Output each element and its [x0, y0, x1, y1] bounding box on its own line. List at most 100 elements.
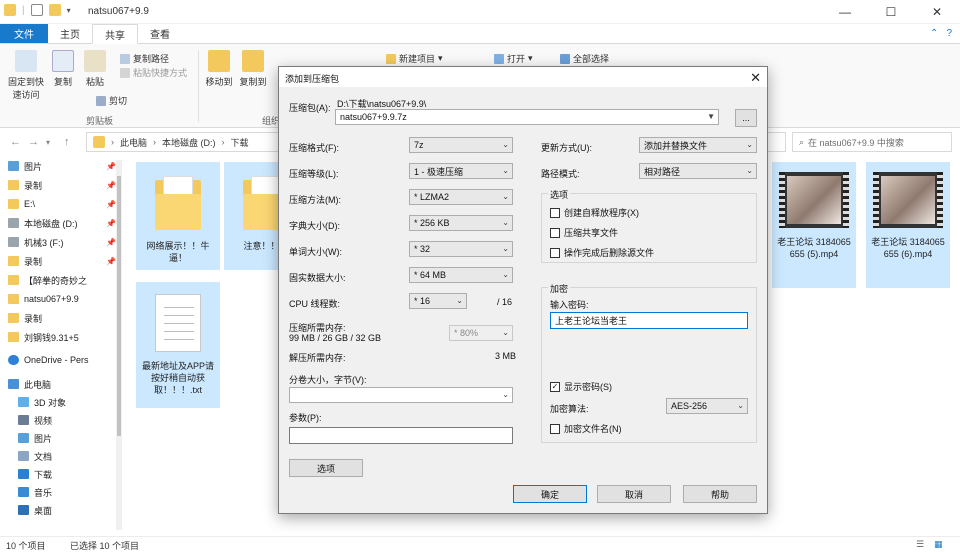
params-input[interactable] — [289, 427, 513, 444]
chevron-down-icon[interactable]: ▾ — [67, 6, 71, 15]
dict-select[interactable]: * 256 KB ⌄ — [409, 215, 513, 231]
copy-label: 复制 — [53, 77, 72, 87]
help-button[interactable]: 帮助 — [683, 485, 757, 503]
cpu-select[interactable]: * 16 ⌄ — [409, 293, 467, 309]
pin-quick-access-button[interactable]: 固定到快速访问 — [4, 50, 48, 101]
split-size-combo[interactable]: ⌄ — [289, 387, 513, 403]
nav-item-recording[interactable]: 录制 📌 — [8, 177, 120, 193]
cut-button[interactable]: 剪切 — [96, 94, 127, 107]
checkbox-box[interactable] — [550, 247, 560, 258]
drive-icon — [8, 237, 19, 247]
close-icon[interactable]: ✕ — [750, 70, 761, 86]
details-view-icon[interactable]: ☰ — [916, 539, 924, 550]
list-item[interactable]: 老王论坛 3184065655 (5).mp4 — [772, 162, 856, 288]
group-separator — [198, 50, 199, 122]
chevron-up-icon[interactable]: ⌃ — [930, 28, 938, 39]
solid-value: * 64 MB — [414, 270, 447, 280]
breadcrumb-drive-d[interactable]: 本地磁盘 (D:) — [162, 136, 216, 149]
nav-item-documents[interactable]: 文档 — [18, 448, 130, 464]
up-icon[interactable]: ↑ — [64, 136, 70, 148]
copy-to-button[interactable]: 复制到 — [238, 50, 268, 88]
browse-button[interactable]: ... — [735, 109, 757, 127]
nav-scrollbar[interactable] — [116, 160, 122, 530]
method-select[interactable]: * LZMA2 ⌄ — [409, 189, 513, 205]
checkbox-box[interactable] — [550, 227, 560, 238]
maximize-button[interactable]: ☐ — [868, 0, 914, 24]
method-value: * LZMA2 — [414, 192, 450, 202]
cancel-button[interactable]: 取消 — [597, 485, 671, 503]
new-item-button[interactable]: 新建项目 ▾ — [386, 52, 443, 65]
options-button[interactable]: 选项 — [289, 459, 363, 477]
checkbox-box[interactable] — [550, 207, 560, 218]
minimize-button[interactable]: — — [822, 0, 868, 24]
forward-icon[interactable]: → — [28, 136, 39, 148]
list-item[interactable]: 网络展示！！牛逼！ — [136, 162, 220, 270]
nav-item-pictures-2[interactable]: 图片 — [18, 430, 130, 446]
nav-item-3d-objects[interactable]: 3D 对象 — [18, 394, 130, 410]
enc-method-select[interactable]: AES-256 ⌄ — [666, 398, 748, 414]
help-icon[interactable]: ? — [946, 28, 952, 39]
word-select[interactable]: * 32 ⌄ — [409, 241, 513, 257]
path-mode-select[interactable]: 相对路径 ⌄ — [639, 163, 757, 179]
encrypt-names-label: 加密文件名(N) — [564, 424, 622, 434]
list-item[interactable]: 老王论坛 3184065655 (6).mp4 — [866, 162, 950, 288]
copy-path-button[interactable]: 复制路径 — [120, 52, 169, 65]
sfx-checkbox[interactable]: 创建自释放程序(X) — [550, 206, 639, 219]
shared-files-checkbox[interactable]: 压缩共享文件 — [550, 226, 618, 239]
nav-item-recording-2[interactable]: 录制 📌 — [8, 253, 120, 269]
nav-item-recording-3[interactable]: 录制 — [8, 310, 120, 326]
format-select[interactable]: 7z ⌄ — [409, 137, 513, 153]
close-button[interactable]: ✕ — [914, 0, 960, 24]
nav-item-this-pc[interactable]: 此电脑 — [8, 376, 120, 392]
folder-icon — [8, 313, 19, 323]
paste-shortcut-button[interactable]: 粘贴快捷方式 — [120, 66, 187, 79]
password-input[interactable]: 上老王论坛当老王 — [550, 312, 748, 329]
nav-label: 本地磁盘 (D:) — [24, 218, 78, 229]
open-button[interactable]: 打开 ▾ — [494, 52, 533, 65]
list-item[interactable]: 最新地址及APP请按好稍自动获取！！！.txt — [136, 282, 220, 408]
tab-share[interactable]: 共享 — [92, 24, 138, 44]
nav-item-pictures[interactable]: 图片 📌 — [8, 158, 120, 174]
large-icons-view-icon[interactable]: ▦ — [934, 539, 943, 550]
checkbox-box[interactable] — [550, 423, 560, 434]
new-folder-icon[interactable] — [48, 4, 61, 16]
properties-icon[interactable] — [30, 4, 43, 16]
nav-item-desktop[interactable]: 桌面 — [18, 502, 130, 518]
tab-view[interactable]: 查看 — [138, 24, 182, 43]
ok-button[interactable]: 确定 — [513, 485, 587, 503]
scrollbar-thumb[interactable] — [117, 176, 121, 436]
nav-item-folder-2[interactable]: 刘钢钱9.31+5 — [8, 329, 120, 345]
nav-item-onedrive[interactable]: OneDrive - Pers — [8, 352, 120, 368]
nav-item-folder[interactable]: 【醉拳的奇妙之 — [8, 272, 120, 288]
update-mode-select[interactable]: 添加并替换文件 ⌄ — [639, 137, 757, 153]
nav-item-downloads[interactable]: 下载 — [18, 466, 130, 482]
archive-name-combo[interactable]: natsu067+9.9.7z ▼ — [335, 109, 719, 125]
select-all-button[interactable]: 全部选择 — [560, 52, 609, 65]
level-select[interactable]: 1 - 极速压缩 ⌄ — [409, 163, 513, 179]
nav-item-videos[interactable]: 视频 — [18, 412, 130, 428]
back-icon[interactable]: ← — [10, 136, 21, 148]
checkbox-box[interactable]: ✓ — [550, 381, 560, 392]
tab-file[interactable]: 文件 — [0, 24, 48, 43]
copy-button[interactable]: 复制 — [50, 50, 76, 88]
move-to-button[interactable]: 移动到 — [204, 50, 234, 88]
update-mode-value: 添加并替换文件 — [644, 140, 708, 151]
show-password-checkbox[interactable]: ✓ 显示密码(S) — [550, 380, 612, 393]
nav-item-local-disk-d[interactable]: 本地磁盘 (D:) 📌 — [8, 215, 120, 231]
solid-select[interactable]: * 64 MB ⌄ — [409, 267, 513, 283]
nav-item-music[interactable]: 音乐 — [18, 484, 130, 500]
nav-item-e-drive[interactable]: E:\ 📌 — [8, 196, 120, 212]
nav-item-f-drive[interactable]: 机械3 (F:) 📌 — [8, 234, 120, 250]
breadcrumb-downloads[interactable]: 下载 — [231, 136, 249, 149]
mem-percent-select[interactable]: * 80% ⌄ — [449, 325, 513, 341]
breadcrumb-this-pc[interactable]: 此电脑 — [120, 136, 147, 149]
paste-button[interactable]: 粘贴 — [82, 50, 108, 88]
delete-after-checkbox[interactable]: 操作完成后删除源文件 — [550, 246, 654, 259]
recent-chevron-icon[interactable]: ▾ — [46, 138, 50, 147]
encrypt-names-checkbox[interactable]: 加密文件名(N) — [550, 422, 622, 435]
tab-home[interactable]: 主页 — [48, 24, 92, 43]
nav-item-natsu[interactable]: natsu067+9.9 — [8, 291, 120, 307]
search-input[interactable]: ⌕ 在 natsu067+9.9 中搜索 — [792, 132, 952, 152]
folder-icon — [8, 199, 19, 209]
chevron-down-icon: ⌄ — [502, 166, 509, 175]
